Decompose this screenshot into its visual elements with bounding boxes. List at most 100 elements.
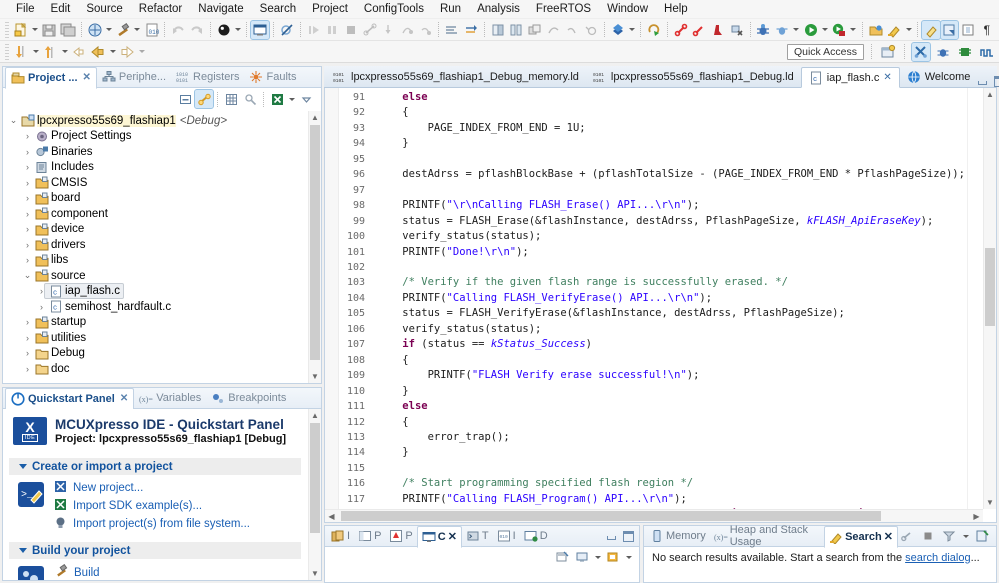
tab-quickstart-panel[interactable]: Quickstart Panel ✕	[5, 387, 135, 410]
expand-arrow-icon[interactable]: ›	[21, 178, 34, 188]
link-new-project[interactable]: New project...	[54, 480, 250, 496]
periphs-icon[interactable]	[526, 21, 544, 39]
sdk-icon[interactable]	[609, 21, 627, 39]
editor-overview-ruler[interactable]	[967, 88, 983, 509]
link-import-fs[interactable]: Import project(s) from file system...	[54, 516, 250, 532]
highlight-icon[interactable]	[921, 19, 941, 40]
memory-icon[interactable]	[489, 21, 507, 39]
build-config-icon[interactable]: 010	[143, 21, 161, 39]
tree-item-device[interactable]: › device	[3, 222, 307, 238]
resume-icon[interactable]	[305, 21, 323, 39]
menu-item-window[interactable]: Window	[599, 1, 656, 17]
filter-dropdown-icon[interactable]	[961, 527, 970, 545]
tree-item-utilities[interactable]: › utilities	[3, 330, 307, 346]
build-configurations-icon[interactable]	[222, 90, 240, 108]
close-icon[interactable]: ✕	[448, 530, 457, 543]
next-annotation-icon[interactable]	[12, 43, 30, 61]
trace-icon[interactable]	[545, 21, 563, 39]
toolbar-grip[interactable]	[5, 21, 9, 38]
quickstart-scrollbar[interactable]: ▲ ▼	[308, 409, 321, 580]
editor-tab-welcome[interactable]: Welcome	[900, 66, 978, 87]
open-console-icon[interactable]	[604, 548, 622, 566]
tab-breakpoints[interactable]: Breakpoints	[206, 388, 291, 409]
tree-item-doc[interactable]: › doc	[3, 361, 307, 377]
show-whitespace-icon[interactable]: ¶	[978, 21, 996, 39]
tab-periphe[interactable]: Periphe...	[97, 67, 171, 88]
tree-item-includes[interactable]: › Includes	[3, 160, 307, 176]
stop-icon[interactable]	[919, 527, 937, 545]
expand-arrow-icon[interactable]: ›	[21, 255, 34, 265]
display-selected-console-icon[interactable]	[573, 548, 591, 566]
terminate-icon[interactable]	[342, 21, 360, 39]
menu-item-help[interactable]: Help	[656, 1, 696, 17]
next-annotation-dropdown-icon[interactable]	[31, 43, 40, 61]
console-tab-d[interactable]: D	[520, 526, 552, 547]
collapse-all-icon[interactable]	[176, 90, 194, 108]
expand-arrow-icon[interactable]: ›	[21, 240, 34, 250]
new-search-icon[interactable]	[973, 527, 991, 545]
editor-tab-lpcxpresso55s69-flashiap1-debug-ld[interactable]: 0101 0101 lpcxpresso55s69_flashiap1_Debug.…	[586, 66, 801, 87]
new-file-icon[interactable]	[12, 21, 30, 39]
scroll-down-icon[interactable]: ▼	[309, 567, 321, 580]
search-tab-heap-and-stack-usage[interactable]: (x)= Heap and Stack Usage	[710, 524, 824, 548]
tab-registers[interactable]: 1010 0101 Registers	[171, 67, 244, 88]
editor-tab-lpcxpresso55s69-flashiap1-debug-memory-ld[interactable]: 0101 0101 lpcxpresso55s69_flashiap1_Debug_…	[326, 66, 586, 87]
toolbar-grip-2[interactable]	[5, 43, 9, 60]
debug-perspective-icon[interactable]	[934, 43, 952, 61]
debug-icon[interactable]	[215, 21, 233, 39]
suspend-icon[interactable]	[323, 21, 341, 39]
section-build[interactable]: Build your project	[9, 542, 301, 559]
mcuxpresso-dropdown-icon[interactable]	[287, 90, 296, 108]
refresh-icon[interactable]	[645, 21, 663, 39]
console-tab-i[interactable]: I	[327, 526, 354, 547]
filters-icon[interactable]	[241, 90, 259, 108]
scroll-left-icon[interactable]: ◀	[325, 510, 338, 522]
build-all-dropdown-icon[interactable]	[104, 21, 113, 39]
scrollbar-thumb[interactable]	[341, 511, 881, 521]
scroll-right-icon[interactable]: ▶	[970, 510, 983, 522]
undo-icon[interactable]	[169, 21, 187, 39]
close-icon[interactable]: ✕	[120, 393, 128, 404]
scrollbar-thumb[interactable]	[310, 125, 320, 360]
scrollbar-thumb[interactable]	[985, 248, 995, 326]
close-icon[interactable]: ✕	[83, 72, 91, 83]
scroll-up-icon[interactable]: ▲	[309, 409, 321, 422]
build-hammer-dropdown-icon[interactable]	[133, 21, 142, 39]
menu-item-project[interactable]: Project	[304, 1, 356, 17]
console-tab-p[interactable]: P	[354, 526, 385, 547]
scroll-up-icon[interactable]: ▲	[309, 111, 321, 124]
expand-arrow-icon[interactable]: ›	[35, 302, 48, 312]
debug-bug-icon[interactable]	[755, 21, 773, 39]
run-icon[interactable]	[802, 21, 820, 39]
close-icon[interactable]: ✕	[884, 530, 893, 543]
highlight-marker-icon[interactable]	[886, 21, 904, 39]
console-tab-i[interactable]: 010 I	[493, 526, 520, 547]
expand-arrow-icon[interactable]: ›	[21, 224, 34, 234]
toggle-block-icon[interactable]	[959, 21, 977, 39]
instruction-stepping-icon[interactable]	[443, 21, 461, 39]
profile-icon[interactable]	[563, 21, 581, 39]
maximize-editor-button[interactable]	[994, 76, 999, 87]
expand-triangle-icon[interactable]	[19, 548, 27, 553]
tree-item-lpcxpresso55s69-flashiap1[interactable]: ⌄ lpcxpresso55s69_flashiap1 <Debug>	[3, 113, 307, 129]
tree-item-drivers[interactable]: › drivers	[3, 237, 307, 253]
editor-vertical-scrollbar[interactable]: ▲ ▼	[983, 88, 996, 509]
scroll-down-icon[interactable]: ▼	[984, 496, 996, 509]
tree-item-component[interactable]: › component	[3, 206, 307, 222]
build-hammer-icon[interactable]	[114, 21, 132, 39]
section-create-import[interactable]: Create or import a project	[9, 458, 301, 475]
new-file-dropdown-icon[interactable]	[31, 21, 40, 39]
console-tab-t[interactable]: T	[462, 526, 493, 547]
menu-item-navigate[interactable]: Navigate	[190, 1, 251, 17]
scroll-down-icon[interactable]: ▼	[309, 370, 321, 383]
minimize-console-button[interactable]	[606, 531, 617, 542]
pin-editor-icon[interactable]	[939, 19, 960, 40]
tree-item-binaries[interactable]: › Binaries	[3, 144, 307, 160]
develop-perspective-icon[interactable]	[911, 41, 931, 62]
prev-annotation-dropdown-icon[interactable]	[60, 43, 69, 61]
save-icon[interactable]	[40, 21, 58, 39]
debug-config-dropdown-icon[interactable]	[792, 21, 801, 39]
expand-arrow-icon[interactable]: ›	[21, 209, 34, 219]
expand-arrow-icon[interactable]: ›	[21, 162, 34, 172]
project-tree[interactable]: ⌄ lpcxpresso55s69_flashiap1 <Debug> › Projec…	[3, 111, 321, 383]
